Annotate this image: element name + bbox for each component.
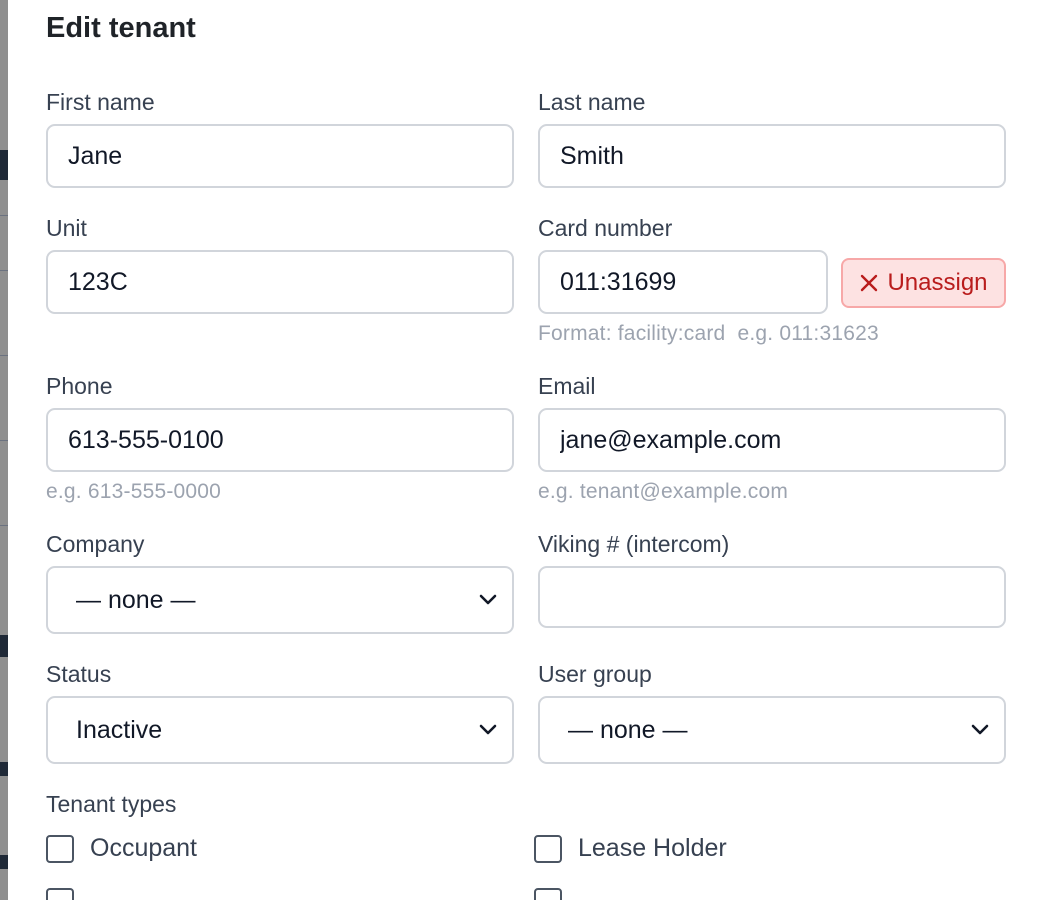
unit-label: Unit — [46, 215, 87, 241]
background-divider — [0, 270, 8, 271]
card-number-input[interactable] — [538, 250, 828, 314]
background-fragment — [0, 762, 8, 776]
occupant-checkbox[interactable] — [46, 834, 74, 863]
company-label: Company — [46, 531, 145, 557]
tenant-type-occupant[interactable]: Occupant — [46, 834, 197, 863]
first-name-label: First name — [46, 89, 155, 115]
unassign-label: Unassign — [887, 269, 988, 296]
status-select[interactable]: Inactive — [46, 696, 514, 764]
next-row-right-checkbox[interactable] — [534, 888, 562, 900]
background-fragment — [0, 855, 8, 869]
phone-input[interactable] — [46, 408, 514, 472]
status-selected-value: Inactive — [76, 715, 163, 744]
viking-label: Viking # (intercom) — [538, 531, 730, 557]
email-hint: e.g. tenant@example.com — [538, 480, 789, 503]
card-number-label: Card number — [538, 215, 673, 241]
lease-holder-label: Lease Holder — [578, 834, 727, 862]
tenant-type-next-row-left[interactable] — [46, 888, 74, 900]
phone-hint: e.g. 613-555-0000 — [46, 480, 222, 503]
background-divider — [0, 215, 8, 216]
background-fragment — [0, 635, 8, 657]
user-group-select[interactable]: — none — — [538, 696, 1006, 764]
tenant-type-next-row-right[interactable] — [534, 888, 562, 900]
next-row-left-checkbox[interactable] — [46, 888, 74, 900]
modal-title: Edit tenant — [46, 12, 196, 44]
viking-input[interactable] — [538, 566, 1006, 628]
last-name-input[interactable] — [538, 124, 1006, 188]
phone-label: Phone — [46, 373, 113, 399]
tenant-type-lease-holder[interactable]: Lease Holder — [534, 834, 727, 863]
lease-holder-checkbox[interactable] — [534, 834, 562, 863]
edit-tenant-modal: Edit tenant First name Last name Unit Ca… — [8, 0, 1050, 900]
user-group-label: User group — [538, 661, 652, 687]
email-input[interactable] — [538, 408, 1006, 472]
user-group-selected-value: — none — — [568, 715, 688, 744]
status-label: Status — [46, 661, 112, 687]
tenant-types-label: Tenant types — [46, 791, 177, 817]
background-divider — [0, 525, 8, 526]
email-label: Email — [538, 373, 596, 399]
unit-input[interactable] — [46, 250, 514, 314]
last-name-label: Last name — [538, 89, 646, 115]
company-select[interactable]: — none — — [46, 566, 514, 634]
unassign-button[interactable]: Unassign — [841, 258, 1006, 308]
first-name-input[interactable] — [46, 124, 514, 188]
occupant-label: Occupant — [90, 834, 198, 862]
background-divider — [0, 440, 8, 441]
chevron-down-icon — [479, 724, 497, 735]
background-fragment — [0, 150, 8, 180]
chevron-down-icon — [479, 594, 497, 605]
company-selected-value: — none — — [76, 585, 196, 614]
card-number-hint: Format: facility:card e.g. 011:31623 — [538, 322, 879, 345]
close-icon — [861, 274, 878, 292]
background-divider — [0, 355, 8, 356]
chevron-down-icon — [971, 724, 989, 735]
